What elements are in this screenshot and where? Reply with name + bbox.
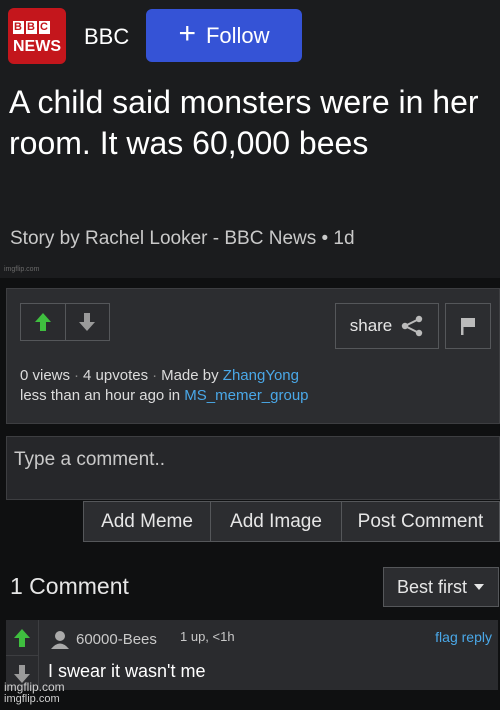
upvote-arrow-icon bbox=[14, 628, 30, 647]
post-time: less than an hour ago in bbox=[20, 387, 181, 404]
byline: Story by Rachel Looker - BBC News • 1d bbox=[10, 228, 355, 249]
add-image-button[interactable]: Add Image bbox=[211, 502, 342, 541]
comment-upvote-button[interactable] bbox=[6, 620, 38, 655]
sort-dropdown[interactable]: Best first bbox=[383, 567, 499, 607]
logo-bottom: NEWS bbox=[13, 38, 61, 55]
share-icon bbox=[402, 315, 423, 337]
logo-top: BBC bbox=[13, 21, 50, 34]
flag-icon bbox=[461, 318, 475, 335]
comment-placeholder: Type a comment.. bbox=[14, 449, 166, 470]
article-header: BBC NEWS BBC + Follow A child said monst… bbox=[0, 0, 500, 278]
footer-watermark-2: imgflip.com bbox=[4, 693, 60, 705]
post-stats: 0 views · 4 upvotes · Made by ZhangYong less… bbox=[20, 367, 309, 404]
views-count: 0 views bbox=[20, 367, 71, 384]
caret-down-icon bbox=[474, 584, 484, 590]
comment-count: 1 Comment bbox=[10, 573, 129, 599]
downvote-button[interactable] bbox=[64, 304, 110, 340]
comment-input[interactable]: Type a comment.. bbox=[6, 436, 500, 500]
follow-label: Follow bbox=[205, 22, 270, 48]
follow-button[interactable]: + Follow bbox=[146, 9, 302, 62]
vote-buttons bbox=[20, 303, 110, 341]
footer-watermark: imgflip.com bbox=[4, 680, 65, 694]
bbc-news-logo[interactable]: BBC NEWS bbox=[8, 8, 66, 64]
comment-username: 60000-Bees bbox=[76, 630, 157, 648]
author-link[interactable]: ZhangYong bbox=[223, 367, 299, 384]
comment-actions: Add Meme Add Image Post Comment bbox=[83, 501, 500, 542]
watermark: imgflip.com bbox=[4, 266, 40, 273]
upvote-arrow-icon bbox=[34, 313, 51, 331]
headline: A child said monsters were in her room. … bbox=[9, 84, 479, 161]
source-name[interactable]: BBC bbox=[84, 24, 129, 50]
downvote-arrow-icon bbox=[79, 313, 96, 331]
add-meme-button[interactable]: Add Meme bbox=[84, 502, 211, 541]
flag-link[interactable]: flag bbox=[435, 629, 458, 645]
post-panel: share 0 views · 4 upvotes · Made by ZhangYon… bbox=[6, 288, 500, 424]
plus-icon: + bbox=[178, 17, 196, 50]
reply-link[interactable]: reply bbox=[462, 629, 492, 645]
post-comment-button[interactable]: Post Comment bbox=[342, 502, 499, 541]
stream-link[interactable]: MS_memer_group bbox=[184, 387, 308, 404]
flag-button[interactable] bbox=[445, 303, 491, 349]
upvote-button[interactable] bbox=[21, 304, 65, 340]
share-label: share bbox=[349, 316, 393, 335]
comment-user[interactable]: 60000-Bees bbox=[50, 629, 157, 649]
upvotes-count: 4 upvotes bbox=[83, 367, 149, 384]
comment-actions-links: flag reply bbox=[435, 629, 492, 645]
comment-item: 60000-Bees 1 up, <1h flag reply I swear … bbox=[6, 620, 498, 690]
comment-meta: 1 up, <1h bbox=[180, 629, 235, 644]
made-by-label: Made by bbox=[161, 367, 219, 384]
user-icon bbox=[51, 631, 69, 649]
share-button[interactable]: share bbox=[335, 303, 439, 349]
sort-label: Best first bbox=[396, 576, 467, 597]
comment-text: I swear it wasn't me bbox=[48, 661, 206, 681]
